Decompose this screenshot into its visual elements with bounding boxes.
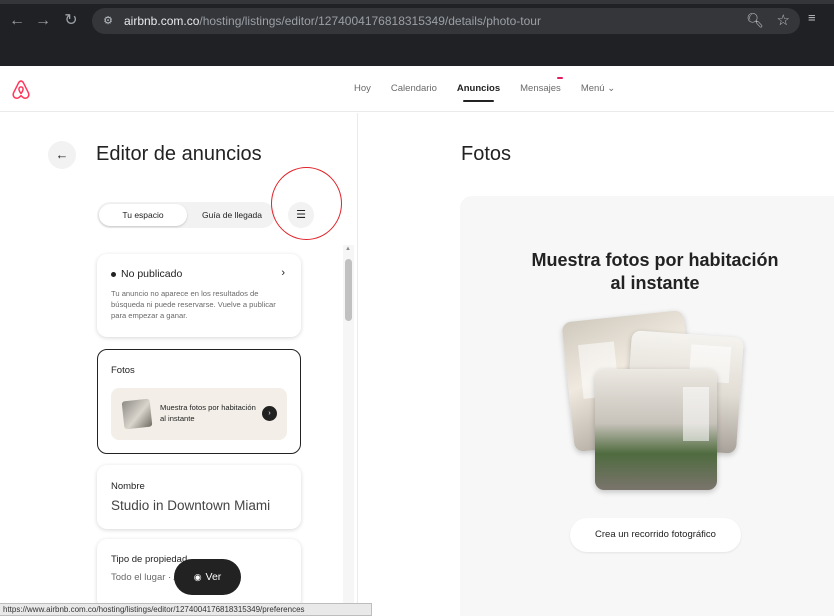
sidebar-scrollbar[interactable]: ▲: [343, 245, 354, 616]
publish-status-card[interactable]: No publicado › Tu anuncio no aparece en …: [97, 254, 301, 337]
nav-item-calendario[interactable]: Calendario: [391, 83, 437, 94]
top-nav: Hoy Calendario Anuncios Mensajes Menú ⌄: [354, 77, 635, 102]
airbnb-logo-icon[interactable]: [10, 79, 32, 101]
hero-headline: Muestra fotos por habitación al instante: [531, 250, 779, 293]
messages-badge: [557, 77, 564, 79]
status-dot-icon: [111, 271, 116, 277]
photos-card-label: Fotos: [111, 365, 135, 376]
tab-guia-de-llegada[interactable]: Guía de llegada: [191, 204, 273, 226]
bookmark-star-icon[interactable]: ☆: [777, 11, 790, 29]
listing-name-card[interactable]: Nombre Studio in Downtown Miami: [97, 465, 301, 529]
editor-sidebar: ← Editor de anuncios Tu espacio Guía de …: [0, 113, 358, 616]
scroll-up-icon[interactable]: ▲: [345, 246, 351, 252]
create-photo-tour-button[interactable]: Crea un recorrido fotográfico: [570, 518, 741, 552]
browser-chrome: ← → ↻ ⚙ airbnb.com.co/hosting/listings/e…: [0, 0, 834, 66]
nav-item-mensajes-label: Mensajes: [520, 83, 561, 94]
arrow-right-icon[interactable]: ›: [262, 406, 277, 421]
property-type-label: Tipo de propiedad: [111, 554, 188, 565]
back-nav-icon[interactable]: ←: [6, 10, 28, 32]
forward-nav-icon[interactable]: →: [32, 10, 54, 32]
url-text[interactable]: airbnb.com.co/hosting/listings/editor/12…: [124, 14, 541, 28]
promo-thumbnail: [121, 398, 153, 430]
reload-icon[interactable]: ↻: [60, 10, 82, 32]
photo-tour-hero: Muestra fotos por habitación al instante…: [460, 196, 834, 616]
tab-tu-espacio[interactable]: Tu espacio: [99, 204, 187, 226]
view-listing-button[interactable]: ◉ Ver: [174, 559, 241, 595]
link-status-bar: https://www.airbnb.com.co/hosting/listin…: [0, 603, 372, 616]
listing-name-value: Studio in Downtown Miami: [111, 498, 271, 513]
app-header: Hoy Calendario Anuncios Mensajes Menú ⌄: [0, 66, 834, 112]
tab-strip: [0, 0, 834, 4]
nav-item-mensajes[interactable]: Mensajes: [520, 77, 564, 94]
status-title-text: No publicado: [121, 268, 183, 280]
room-photo-front: [595, 369, 717, 490]
annotation-circle: [271, 167, 342, 240]
site-settings-icon[interactable]: ⚙: [100, 13, 116, 29]
eye-icon: ◉: [193, 572, 202, 582]
listing-name-label: Nombre: [111, 481, 145, 492]
extensions-icon[interactable]: ≡: [808, 10, 816, 25]
view-button-label: Ver: [205, 571, 222, 583]
back-button[interactable]: ←: [48, 141, 76, 169]
photos-card[interactable]: Fotos Muestra fotos por habitación al in…: [97, 349, 301, 454]
status-description: Tu anuncio no aparece en los resultados …: [111, 289, 276, 320]
photo-tour-promo[interactable]: Muestra fotos por habitación al instante…: [111, 388, 287, 440]
zoom-icon[interactable]: 🔍︎: [746, 12, 764, 29]
scrollbar-thumb[interactable]: [345, 259, 352, 321]
promo-text: Muestra fotos por habitación al instante: [160, 403, 256, 423]
nav-item-anuncios[interactable]: Anuncios: [457, 83, 500, 102]
photo-window: [683, 387, 709, 441]
chevron-down-icon: ⌄: [607, 83, 616, 94]
url-path: /hosting/listings/editor/127400417681831…: [199, 14, 541, 28]
editor-tabs: Tu espacio Guía de llegada: [97, 202, 275, 228]
nav-item-menu[interactable]: Menú ⌄: [581, 83, 615, 94]
status-title: No publicado: [111, 268, 182, 280]
chevron-right-icon: ›: [281, 267, 285, 279]
photos-page-title: Fotos: [461, 143, 512, 165]
url-domain: airbnb.com.co: [124, 14, 200, 28]
nav-item-hoy[interactable]: Hoy: [354, 83, 371, 94]
arrow-left-icon: ←: [55, 147, 69, 162]
address-bar[interactable]: ⚙ airbnb.com.co/hosting/listings/editor/…: [92, 8, 800, 34]
nav-item-menu-label: Menú: [580, 83, 605, 94]
editor-title: Editor de anuncios: [96, 143, 262, 165]
